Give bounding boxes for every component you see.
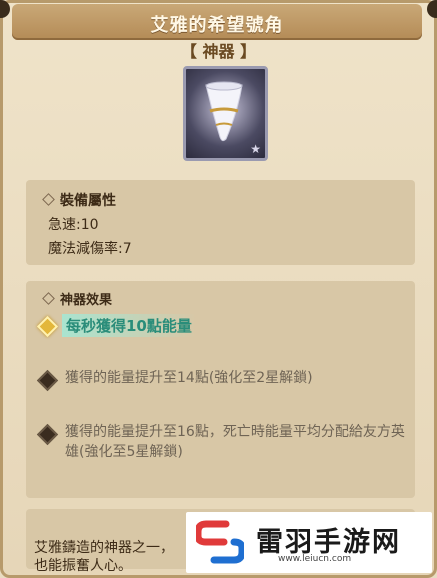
brand-url: www.leiucn.com bbox=[278, 554, 352, 564]
lore-line-1: 艾雅鑄造的神器之一， bbox=[34, 540, 174, 556]
effect-2: 獲得的能量提升至14點(強化至2星解鎖) bbox=[65, 370, 313, 386]
item-icon-card[interactable]: ★ bbox=[183, 66, 268, 161]
unlocked-bullet-icon bbox=[36, 315, 59, 338]
effect-3: 獲得的能量提升至16點，死亡時能量平均分配給友方英雄(強化至5星解鎖) bbox=[65, 424, 405, 460]
diamond-icon bbox=[42, 193, 55, 206]
diamond-icon bbox=[42, 292, 55, 305]
stat-haste: 急速:10 bbox=[48, 217, 99, 233]
star-icon: ★ bbox=[250, 142, 261, 156]
effects-panel: 神器效果 每秒獲得10點能量 獲得的能量提升至14點(強化至2星解鎖) 獲得的能… bbox=[26, 281, 415, 498]
stats-panel: 裝備屬性 急速:10 魔法減傷率:7 bbox=[26, 180, 415, 265]
stats-header: 裝備屬性 bbox=[42, 190, 116, 210]
locked-bullet-icon bbox=[36, 423, 59, 446]
watermark: 雷羽手游网 www.leiucn.com bbox=[186, 512, 432, 573]
item-category: 【 神器 】 bbox=[180, 42, 257, 61]
locked-bullet-icon bbox=[36, 369, 59, 392]
stat-magic-reduction: 魔法減傷率:7 bbox=[48, 241, 132, 257]
effects-header: 神器效果 bbox=[42, 289, 112, 308]
title-bar: 艾雅的希望號角 bbox=[12, 4, 422, 40]
lore-text: 艾雅鑄造的神器之一， 也能振奮人心。 bbox=[34, 539, 174, 575]
effect-1: 每秒獲得10點能量 bbox=[62, 314, 196, 337]
item-title: 艾雅的希望號角 bbox=[150, 15, 284, 36]
lore-line-2: 也能振奮人心。 bbox=[34, 558, 132, 574]
brand-logo-icon bbox=[196, 520, 244, 564]
horn-icon bbox=[205, 81, 243, 142]
